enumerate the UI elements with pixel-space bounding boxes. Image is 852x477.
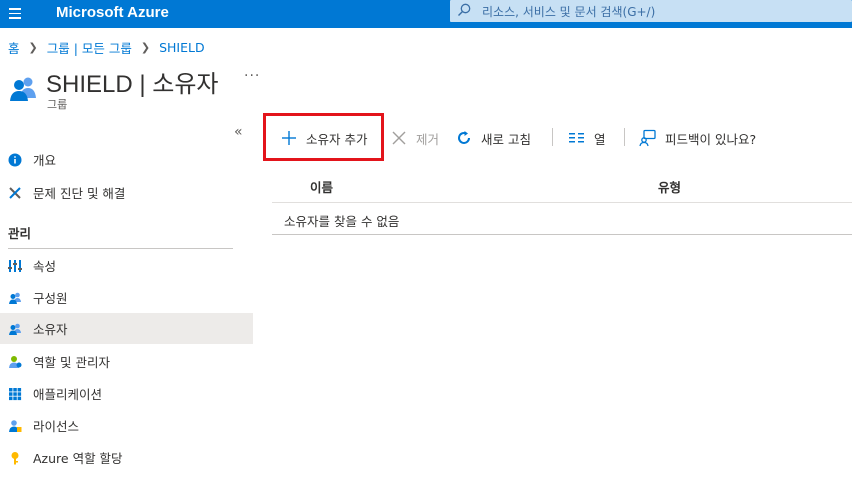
feedback-label: 피드백이 있나요?	[665, 131, 757, 147]
toolbar-divider	[624, 128, 625, 146]
breadcrumb-groups[interactable]: 그룹 | 모든 그룹	[47, 38, 132, 57]
feedback-button[interactable]: 피드백이 있나요?	[639, 126, 756, 150]
add-owner-button[interactable]: 소유자 추가	[280, 126, 367, 150]
table-header-divider	[272, 202, 852, 203]
collapse-sidebar-button[interactable]: «	[234, 124, 243, 140]
licenses-icon	[8, 419, 22, 433]
sidebar-item-properties[interactable]: 속성	[0, 250, 253, 281]
sidebar-item-roles[interactable]: 역할 및 관리자	[0, 346, 253, 377]
search-input[interactable]: 리소스, 서비스 및 문서 검색(G+/)	[450, 0, 852, 22]
columns-icon	[568, 129, 586, 147]
column-header-name[interactable]: 이름	[310, 177, 333, 196]
feedback-icon	[639, 129, 657, 147]
chevron-right-icon: ❯	[28, 41, 38, 54]
breadcrumb-home[interactable]: 홈	[8, 38, 20, 57]
sidebar-item-diagnose[interactable]: 문제 진단 및 해결	[0, 177, 253, 208]
close-icon	[390, 129, 408, 147]
page-title: SHIELD | 소유자	[46, 71, 219, 98]
search-icon	[458, 3, 471, 16]
sidebar-item-label: 라이선스	[33, 419, 80, 434]
wrench-icon	[8, 186, 22, 200]
sidebar-item-members[interactable]: 구성원	[0, 282, 253, 313]
members-icon	[8, 291, 22, 305]
key-icon	[8, 451, 22, 465]
sidebar-item-overview[interactable]: 개요	[0, 144, 253, 175]
refresh-button[interactable]: 새로 고침	[455, 126, 531, 150]
columns-label: 열	[594, 131, 606, 147]
sidebar-item-label: 구성원	[33, 291, 68, 306]
remove-button[interactable]: 제거	[390, 126, 439, 150]
sidebar-item-label: 역할 및 관리자	[33, 355, 110, 370]
toolbar-divider	[552, 128, 553, 146]
sidebar-item-label: 애플리케이션	[33, 387, 103, 402]
applications-icon	[8, 387, 22, 401]
info-icon	[8, 153, 22, 167]
sidebar-item-label: 속성	[33, 259, 57, 274]
section-label-manage: 관리	[8, 226, 32, 241]
empty-table-message: 소유자를 찾을 수 없음	[284, 214, 400, 229]
sidebar-item-label: 개요	[33, 153, 57, 168]
page-subtitle: 그룹	[47, 98, 68, 111]
table-bottom-divider	[272, 234, 852, 235]
refresh-icon	[455, 129, 473, 147]
search-placeholder: 리소스, 서비스 및 문서 검색(G+/)	[482, 5, 656, 19]
sidebar-item-label: Azure 역할 할당	[33, 451, 123, 466]
more-options-button[interactable]: ···	[244, 68, 260, 84]
top-bar: Microsoft Azure 리소스, 서비스 및 문서 검색(G+/)	[0, 0, 852, 28]
brand-title[interactable]: Microsoft Azure	[56, 4, 169, 21]
sidebar-item-applications[interactable]: 애플리케이션	[0, 378, 253, 409]
breadcrumb: 홈 ❯ 그룹 | 모든 그룹 ❯ SHIELD	[8, 38, 205, 57]
section-divider	[8, 248, 233, 249]
breadcrumb-shield[interactable]: SHIELD	[159, 40, 205, 55]
refresh-label: 새로 고침	[481, 131, 531, 147]
menu-icon[interactable]	[6, 5, 24, 23]
owners-icon	[8, 322, 22, 336]
add-owner-label: 소유자 추가	[306, 131, 368, 147]
sidebar-item-azure-role-assignments[interactable]: Azure 역할 할당	[0, 442, 253, 473]
sidebar-item-licenses[interactable]: 라이선스	[0, 410, 253, 441]
plus-icon	[280, 129, 298, 147]
sidebar-item-owners[interactable]: 소유자	[0, 313, 253, 344]
remove-label: 제거	[416, 131, 440, 147]
roles-icon	[8, 355, 22, 369]
column-header-type[interactable]: 유형	[658, 177, 681, 196]
chevron-right-icon: ❯	[140, 41, 151, 54]
group-icon	[10, 77, 36, 101]
sidebar-item-label: 문제 진단 및 해결	[33, 186, 126, 201]
properties-icon	[8, 259, 22, 273]
sidebar-item-label: 소유자	[33, 322, 68, 337]
columns-button[interactable]: 열	[568, 126, 606, 150]
